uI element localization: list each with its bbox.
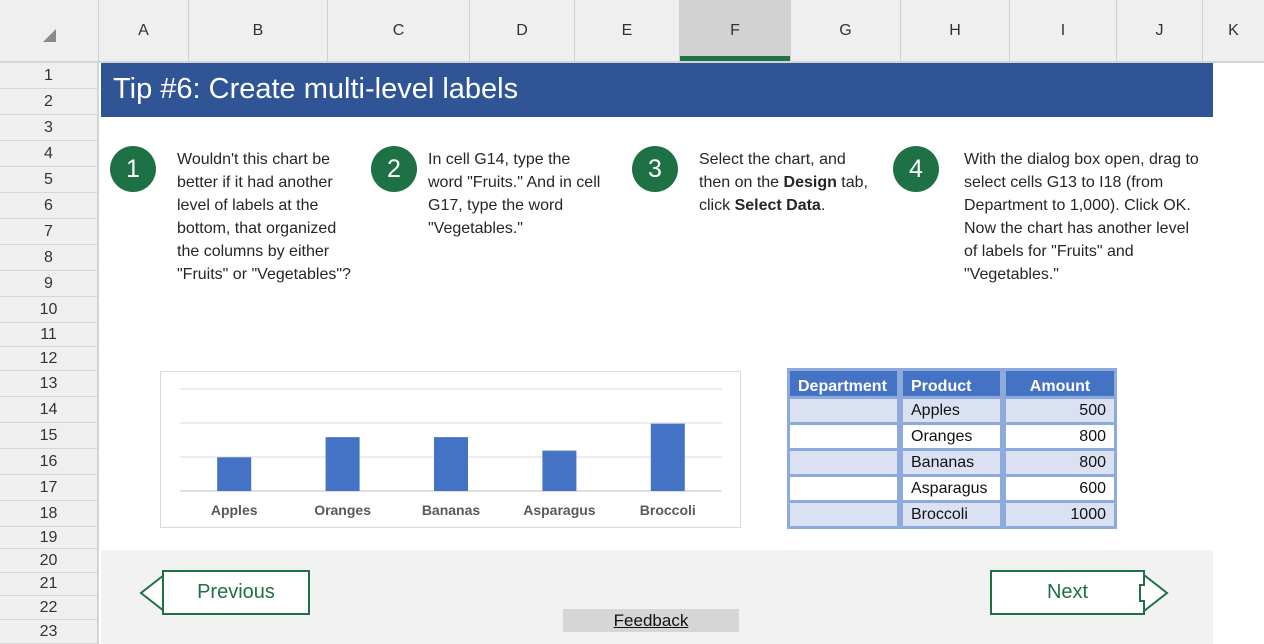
chart-category-label: Asparagus [523,502,596,518]
table-header-amount: Amount [1003,368,1117,399]
column-header-k[interactable]: K [1203,0,1264,61]
row-header[interactable]: 21 [0,573,97,596]
step-1-badge: 1 [110,146,156,192]
step-number: 2 [387,154,401,183]
table-cell-amount[interactable]: 800 [1003,425,1117,451]
column-header-g[interactable]: G [791,0,901,61]
row-header[interactable]: 13 [0,371,97,397]
bar-chart-svg: Apples Oranges Bananas Asparagus Broccoli [180,388,722,518]
select-all-triangle-icon [43,29,56,42]
next-arrow-icon[interactable] [1138,572,1170,614]
row-header[interactable]: 6 [0,193,97,219]
column-header-d[interactable]: D [470,0,575,61]
row-header[interactable]: 1 [0,63,97,89]
row-header[interactable]: 2 [0,89,97,115]
table-cell-department[interactable] [787,451,900,477]
feedback-link[interactable]: Feedback [563,609,739,632]
row-header[interactable]: 3 [0,115,97,141]
table-cell-product[interactable]: Broccoli [900,503,1003,529]
table-cell-product[interactable]: Oranges [900,425,1003,451]
table-cell-department[interactable] [787,503,900,529]
previous-button[interactable]: Previous [162,570,310,615]
row-header[interactable]: 20 [0,549,97,573]
chart-category-label: Oranges [314,502,371,518]
table-cell-department[interactable] [787,425,900,451]
column-header-i[interactable]: I [1010,0,1117,61]
row-header[interactable]: 8 [0,245,97,271]
column-header-j[interactable]: J [1117,0,1203,61]
row-header[interactable]: 22 [0,596,97,620]
table-cell-amount[interactable]: 800 [1003,451,1117,477]
row-header[interactable]: 19 [0,527,97,549]
step-3-text-part: . [820,197,826,214]
row-header[interactable]: 4 [0,141,97,167]
select-all-corner[interactable] [0,0,99,61]
row-header[interactable]: 9 [0,271,97,297]
column-header-a[interactable]: A [99,0,189,61]
column-header-h[interactable]: H [901,0,1010,61]
chart-bar-bananas[interactable] [434,437,468,491]
step-4-badge: 4 [893,146,939,192]
step-2-text: In cell G14, type the word "Fruits." And… [428,151,601,237]
table-cell-department[interactable] [787,477,900,503]
chart-category-label: Apples [211,502,258,518]
row-header[interactable]: 12 [0,347,97,371]
page-title: Tip #6: Create multi-level labels [113,73,519,105]
table-cell-amount[interactable]: 600 [1003,477,1117,503]
row-header[interactable]: 11 [0,323,97,347]
column-header-bar: A B C D E F G H I J K [0,0,1264,63]
row-header[interactable]: 7 [0,219,97,245]
table-cell-department[interactable] [787,399,900,425]
chart-bar-asparagus[interactable] [542,450,577,491]
row-header[interactable]: 10 [0,297,97,323]
chart-bar-oranges[interactable] [325,437,360,491]
row-header[interactable]: 5 [0,167,97,193]
step-4-text: With the dialog box open, drag to select… [964,151,1199,283]
chart-category-label: Bananas [422,502,481,518]
step-3-bold-design: Design [783,174,837,191]
step-2-badge: 2 [371,146,417,192]
row-header[interactable]: 17 [0,475,97,501]
row-header[interactable]: 14 [0,397,97,423]
step-3-text: Select the chart, and then on the Design… [699,148,879,217]
title-banner: Tip #6: Create multi-level labels [101,63,1213,117]
column-header-e[interactable]: E [575,0,680,61]
chart-bar-broccoli[interactable] [650,423,685,491]
step-3-badge: 3 [632,146,678,192]
row-header[interactable]: 23 [0,620,97,644]
step-number: 1 [126,154,140,183]
next-button[interactable]: Next [990,570,1145,615]
table-cell-amount[interactable]: 500 [1003,399,1117,425]
chart-category-label: Broccoli [640,502,696,518]
row-header-bar: 1 2 3 4 5 6 7 8 9 10 11 12 13 14 15 16 1… [0,63,99,644]
row-header[interactable]: 16 [0,449,97,475]
column-header-b[interactable]: B [189,0,328,61]
table-cell-amount[interactable]: 1000 [1003,503,1117,529]
table-header-product: Product [900,368,1003,399]
step-3-bold-select-data: Select Data [734,197,821,214]
bar-chart[interactable]: Apples Oranges Bananas Asparagus Broccoli [160,371,741,528]
step-number: 4 [909,154,923,183]
column-header-f[interactable]: F [680,0,791,61]
column-header-c[interactable]: C [328,0,470,61]
table-cell-product[interactable]: Bananas [900,451,1003,477]
step-1-text: Wouldn't this chart be better if it had … [177,151,351,283]
step-number: 3 [648,154,662,183]
row-header[interactable]: 15 [0,423,97,449]
table-cell-product[interactable]: Apples [900,399,1003,425]
row-header[interactable]: 18 [0,501,97,527]
chart-bar-apples[interactable] [217,457,252,491]
table-header-department: Department [787,368,900,399]
table-cell-product[interactable]: Asparagus [900,477,1003,503]
